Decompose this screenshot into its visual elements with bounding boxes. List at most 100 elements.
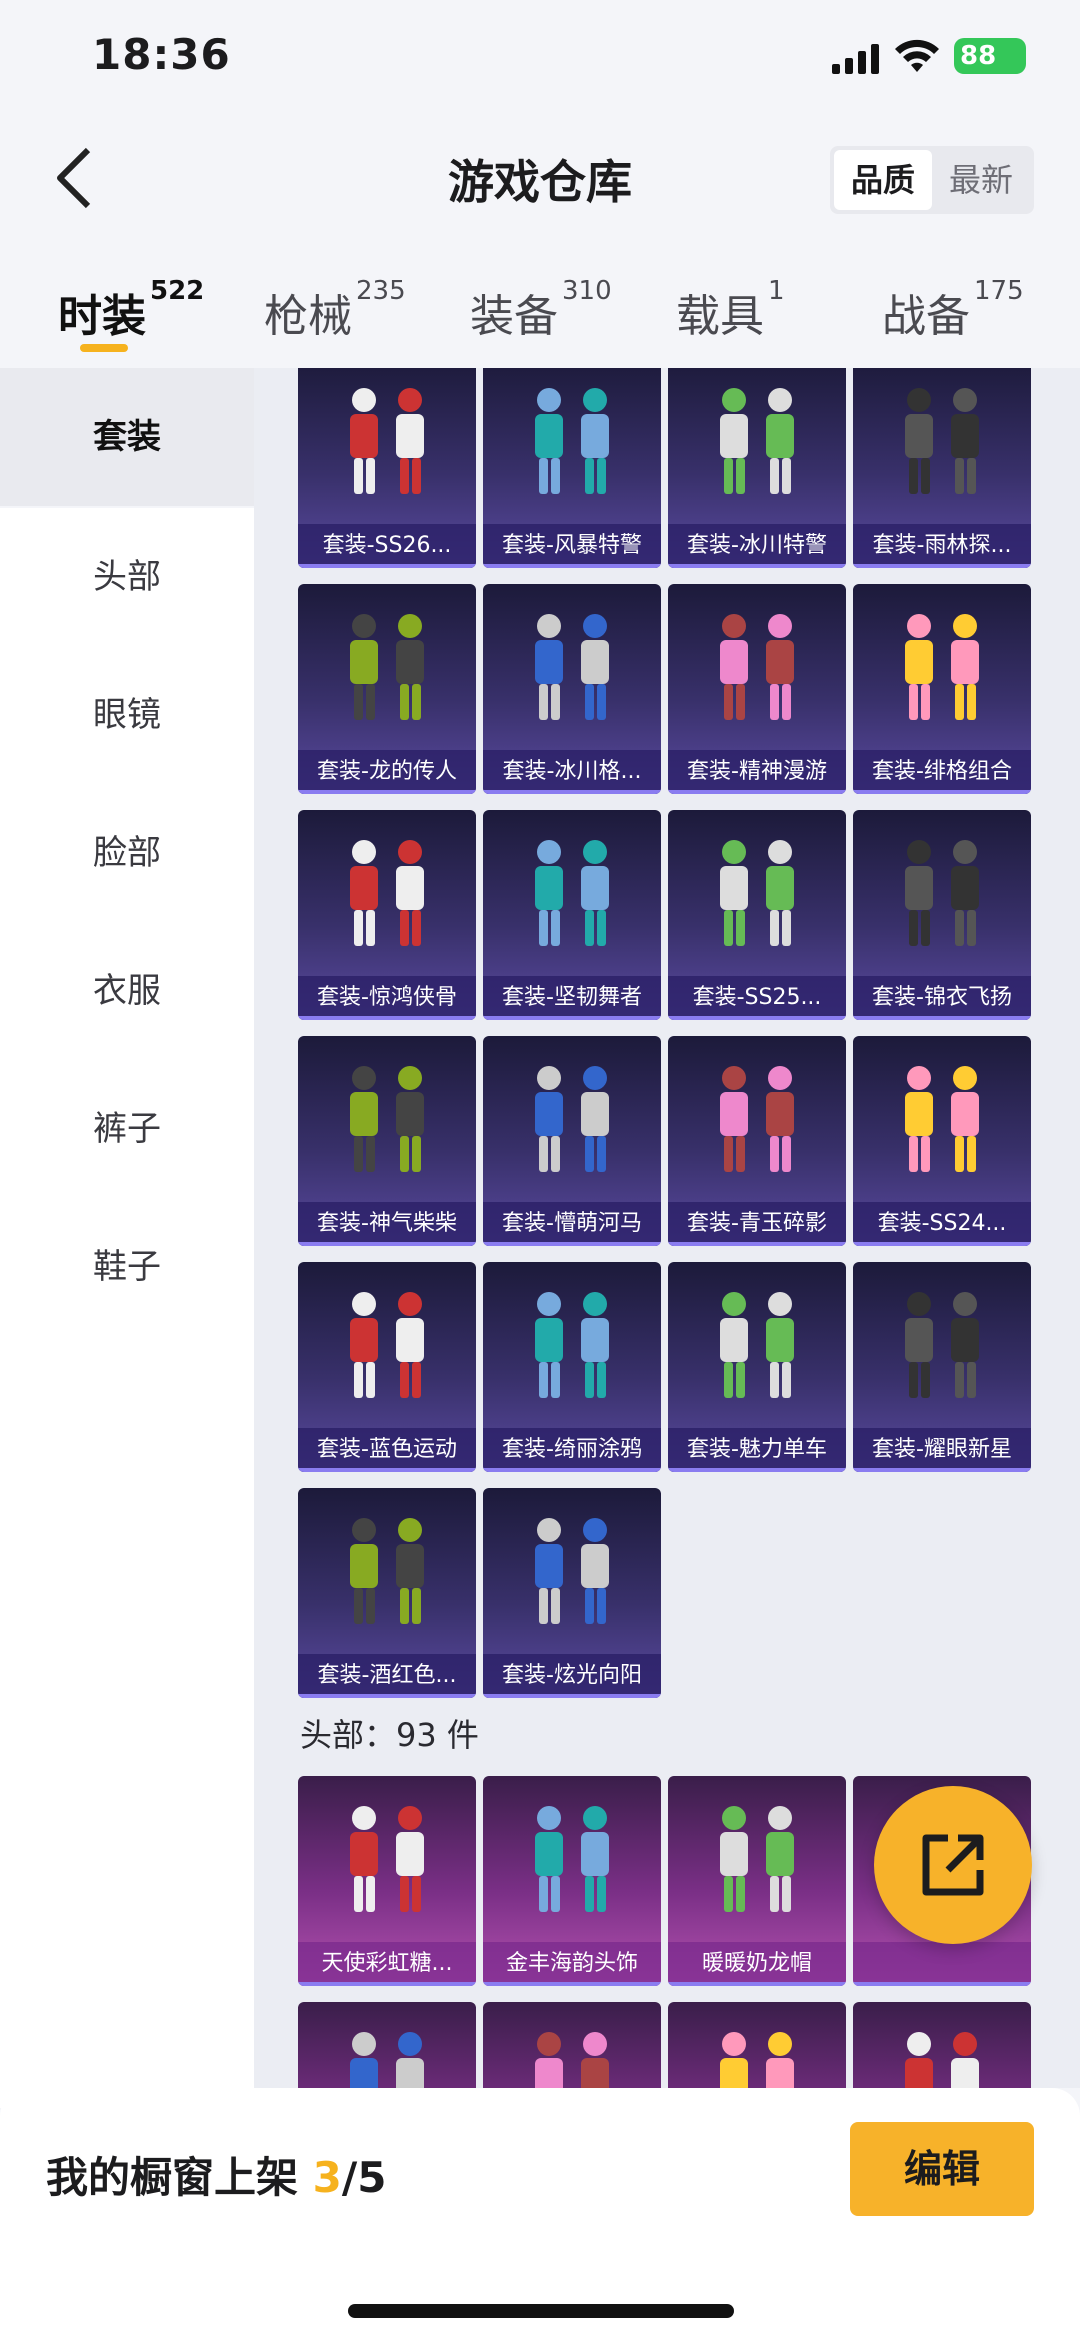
card-rarity-bar [298, 564, 476, 568]
bottom-bar: 我的橱窗上架 3/5 编辑 [0, 2088, 1080, 2339]
card-label: 套装-懵萌河马 [483, 1202, 661, 1246]
card-label: 套装-蓝色运动 [298, 1428, 476, 1472]
suit-card[interactable]: 套装-蓝色运动 [298, 1262, 476, 1472]
card-rarity-bar [853, 1468, 1031, 1472]
suit-card[interactable]: 套装-魅力单车 [668, 1262, 846, 1472]
category-tabs: 时装 522 枪械 235 装备 310 载具 1 战备 175 [0, 264, 1080, 368]
headwear-thumbnail [720, 2032, 794, 2088]
card-rarity-bar [668, 790, 846, 794]
tab-fashion[interactable]: 时装 522 [58, 276, 204, 344]
tab-count: 175 [974, 276, 1024, 306]
card-rarity-bar [853, 1982, 1031, 1986]
tab-weapons[interactable]: 枪械 235 [264, 276, 406, 344]
suit-card[interactable]: 套装-炫光向阳 [483, 1488, 661, 1698]
suit-card[interactable]: 套装-精神漫游 [668, 584, 846, 794]
suit-card[interactable]: 套装-惊鸿侠骨 [298, 810, 476, 1020]
headwear-card[interactable]: 天使彩虹糖... [298, 1776, 476, 1986]
headwear-card[interactable]: 金丰海韵头饰 [483, 1776, 661, 1986]
suit-card[interactable]: 套装-SS26... [298, 368, 476, 568]
battery-icon: 88 [954, 38, 1026, 74]
sort-quality-button[interactable]: 品质 [834, 150, 932, 210]
tab-label: 装备 [470, 291, 558, 342]
share-button[interactable] [874, 1786, 1032, 1944]
outfit-thumbnail [905, 388, 979, 494]
suit-card[interactable]: 套装-SS24... [853, 1036, 1031, 1246]
suit-card[interactable]: 套装-耀眼新星 [853, 1262, 1031, 1472]
wifi-icon [895, 39, 939, 72]
shelf-status: 我的橱窗上架 3/5 [46, 2144, 386, 2205]
headwear-thumbnail [905, 2032, 979, 2088]
card-label: 套装-雨林探... [853, 524, 1031, 568]
tab-equipment[interactable]: 装备 310 [470, 276, 612, 344]
headwear-card[interactable] [853, 2002, 1031, 2088]
headwear-card[interactable] [483, 2002, 661, 2088]
sort-newest-button[interactable]: 最新 [932, 150, 1030, 210]
card-rarity-bar [298, 1982, 476, 1986]
suit-card[interactable]: 套装-酒红色... [298, 1488, 476, 1698]
status-bar: 18:36 88 [0, 0, 1080, 120]
suit-card[interactable]: 套装-绯格组合 [853, 584, 1031, 794]
card-rarity-bar [298, 1242, 476, 1246]
sidebar-item-head[interactable]: 头部 [0, 508, 254, 646]
card-label: 套装-坚韧舞者 [483, 976, 661, 1020]
card-rarity-bar [298, 1694, 476, 1698]
sort-toggle[interactable]: 品质 最新 [830, 146, 1034, 214]
card-rarity-bar [483, 1016, 661, 1020]
suit-card[interactable]: 套装-坚韧舞者 [483, 810, 661, 1020]
card-label: 套装-SS26... [298, 524, 476, 568]
headwear-card[interactable]: 暖暖奶龙帽 [668, 1776, 846, 1986]
tab-vehicles[interactable]: 载具 1 [676, 276, 785, 344]
home-indicator[interactable] [348, 2304, 734, 2318]
outfit-thumbnail [720, 388, 794, 494]
cellular-signal-icon [832, 44, 879, 74]
status-time: 18:36 [92, 30, 231, 79]
card-rarity-bar [483, 1468, 661, 1472]
headwear-thumbnail [350, 1806, 424, 1912]
headwear-card[interactable] [298, 2002, 476, 2088]
suit-card[interactable]: 套装-龙的传人 [298, 584, 476, 794]
outfit-thumbnail [535, 388, 609, 494]
suit-card[interactable]: 套装-懵萌河马 [483, 1036, 661, 1246]
card-label: 金丰海韵头饰 [483, 1942, 661, 1986]
sidebar-item-clothes[interactable]: 衣服 [0, 922, 254, 1060]
suit-card[interactable]: 套装-青玉碎影 [668, 1036, 846, 1246]
sidebar-item-face[interactable]: 脸部 [0, 784, 254, 922]
suit-card[interactable]: 套装-冰川特警 [668, 368, 846, 568]
tab-count: 310 [562, 276, 612, 306]
battery-level: 88 [960, 41, 997, 71]
card-label: 套装-神气柴柴 [298, 1202, 476, 1246]
suit-card[interactable]: 套装-风暴特警 [483, 368, 661, 568]
headwear-card[interactable] [668, 2002, 846, 2088]
outfit-thumbnail [350, 1518, 424, 1624]
suit-card[interactable]: 套装-绮丽涂鸦 [483, 1262, 661, 1472]
outfit-thumbnail [720, 614, 794, 720]
card-label: 套装-酒红色... [298, 1654, 476, 1698]
suit-card[interactable]: 套装-锦衣飞扬 [853, 810, 1031, 1020]
card-label: 套装-绮丽涂鸦 [483, 1428, 661, 1472]
card-label: 套装-魅力单车 [668, 1428, 846, 1472]
head-grid-next-row [298, 2002, 1044, 2088]
card-rarity-bar [483, 564, 661, 568]
tab-label: 时装 [58, 291, 146, 342]
tab-supplies[interactable]: 战备 175 [882, 276, 1024, 344]
sidebar-item-pants[interactable]: 裤子 [0, 1060, 254, 1198]
outfit-thumbnail [535, 1292, 609, 1398]
card-label: 套装-绯格组合 [853, 750, 1031, 794]
sidebar-item-glasses[interactable]: 眼镜 [0, 646, 254, 784]
edit-button[interactable]: 编辑 [850, 2122, 1034, 2216]
card-label: 套装-耀眼新星 [853, 1428, 1031, 1472]
suit-card[interactable]: 套装-冰川格... [483, 584, 661, 794]
headwear-thumbnail [535, 2032, 609, 2088]
outfit-thumbnail [535, 1066, 609, 1172]
sidebar-item-shoes[interactable]: 鞋子 [0, 1198, 254, 1336]
suit-card[interactable]: 套装-神气柴柴 [298, 1036, 476, 1246]
suit-card[interactable]: 套装-雨林探... [853, 368, 1031, 568]
shelf-total: /5 [341, 2153, 387, 2202]
card-rarity-bar [668, 1016, 846, 1020]
card-label: 天使彩虹糖... [298, 1942, 476, 1986]
sidebar-item-suit[interactable]: 套装 [0, 368, 254, 506]
suit-card[interactable]: 套装-SS25... [668, 810, 846, 1020]
outfit-thumbnail [350, 1066, 424, 1172]
outfit-thumbnail [350, 1292, 424, 1398]
card-label: 套装-惊鸿侠骨 [298, 976, 476, 1020]
